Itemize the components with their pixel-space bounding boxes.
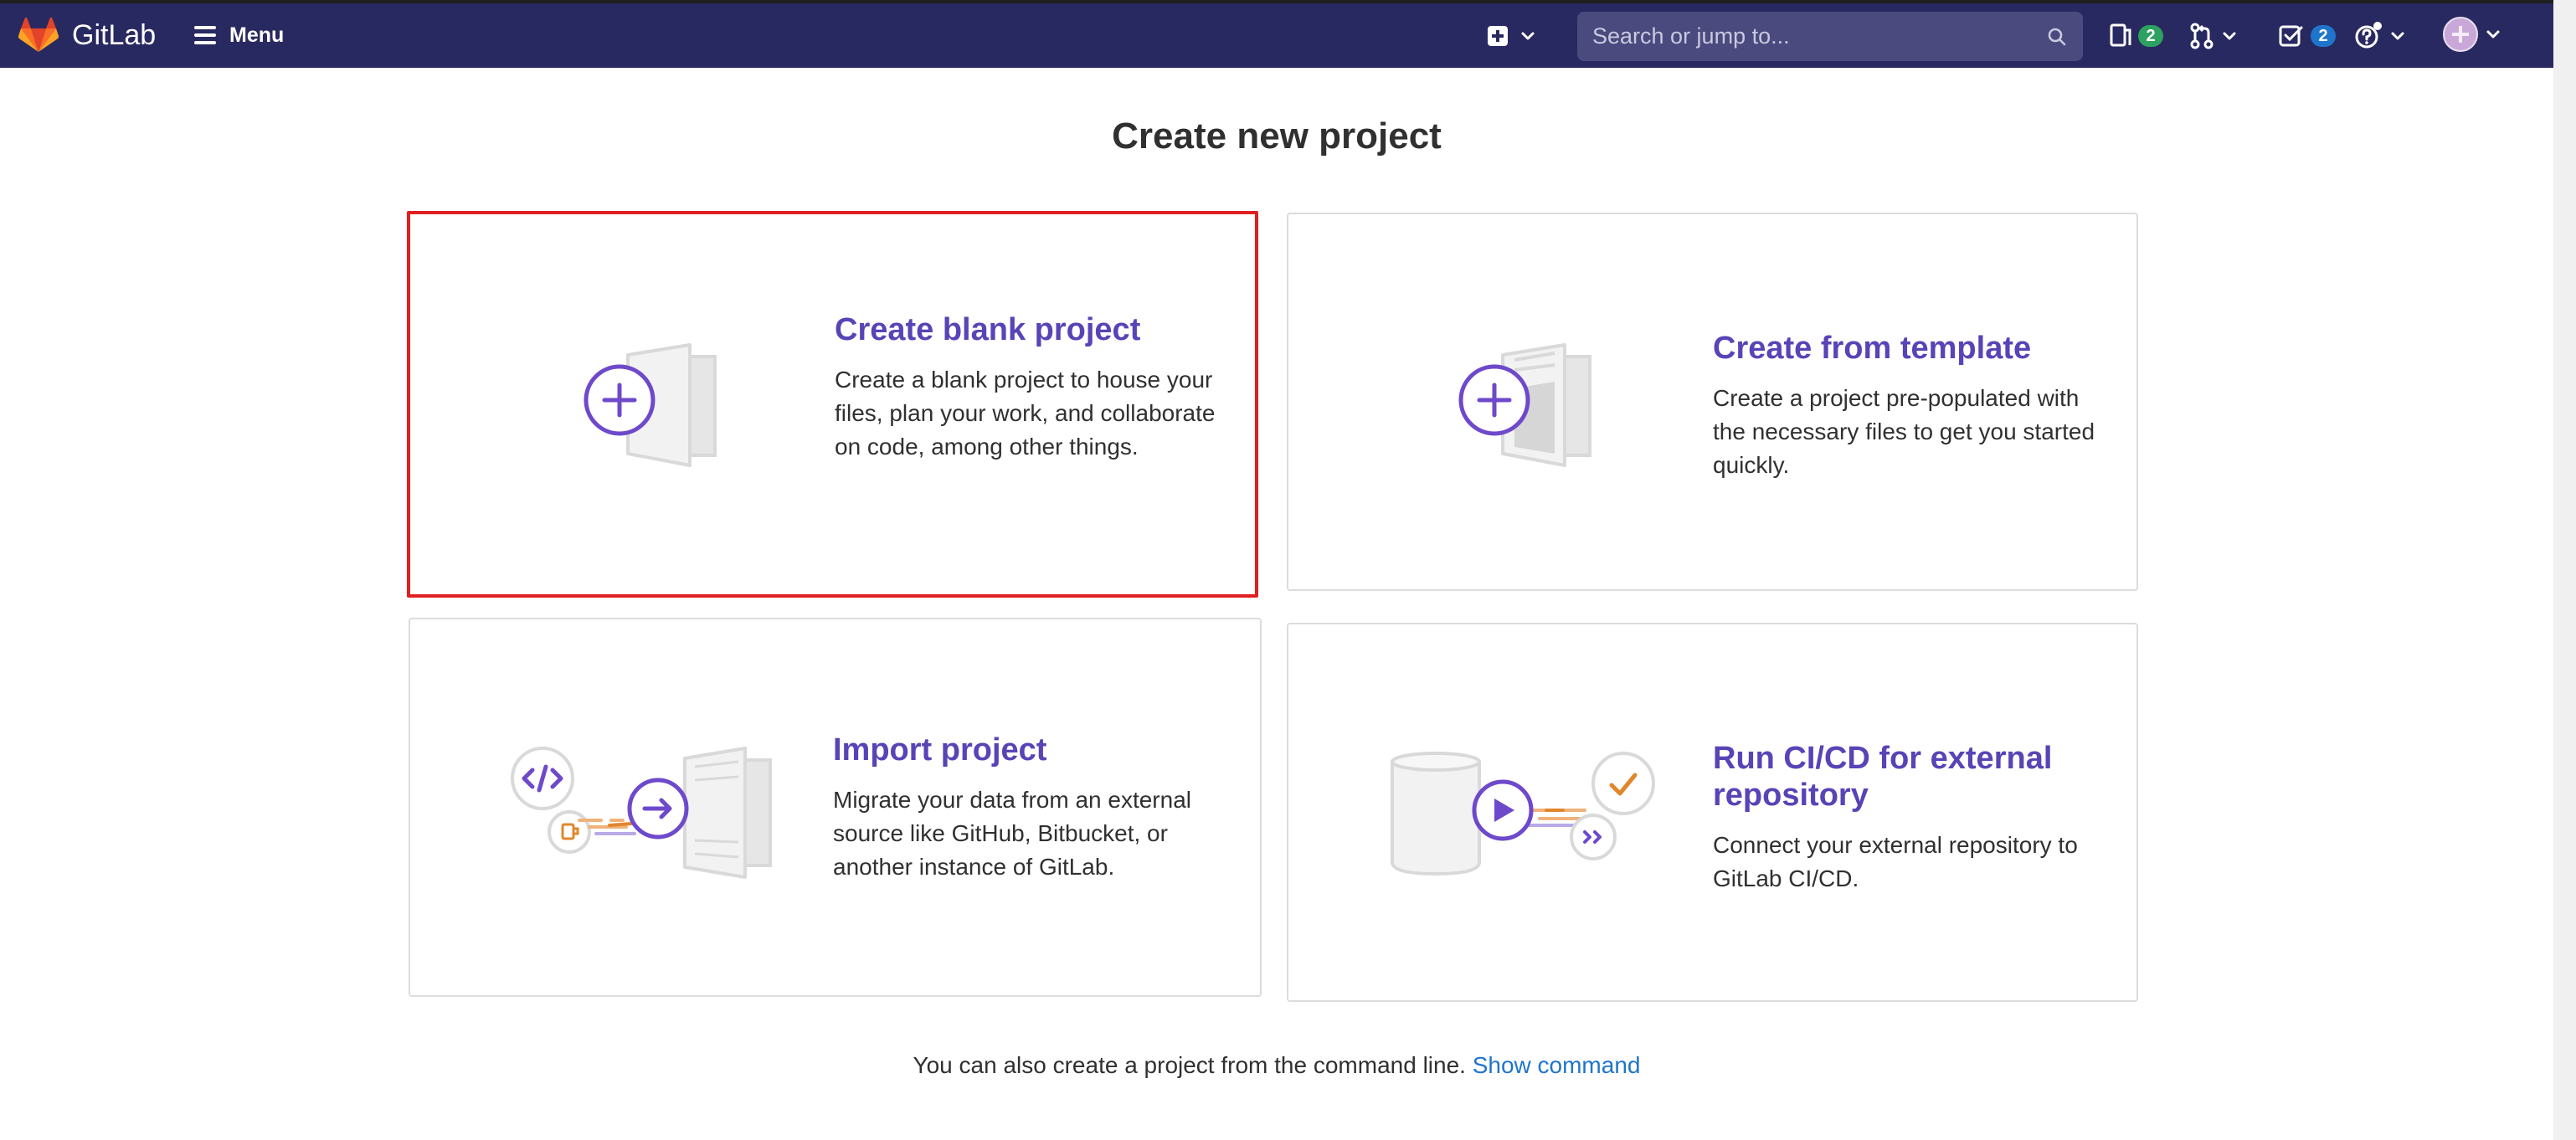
- user-avatar: [2443, 17, 2478, 52]
- top-navbar: GitLab Menu 2 2: [0, 3, 2553, 68]
- chevron-down-icon: [2391, 32, 2404, 40]
- search-box[interactable]: [1577, 12, 2083, 61]
- help-icon: [2355, 22, 2382, 49]
- blank-project-illustration-icon: [584, 343, 717, 467]
- command-line-hint: You can also create a project from the c…: [0, 1052, 2553, 1079]
- page-title: Create new project: [1112, 116, 1442, 157]
- plus-square-icon: [1488, 26, 1508, 46]
- hamburger-icon: [194, 26, 216, 44]
- card-description: Migrate your data from an external sourc…: [833, 787, 1191, 880]
- card-text: Create from template Create a project pr…: [1713, 330, 2106, 482]
- card-title[interactable]: Import project: [833, 732, 1226, 768]
- merge-request-icon: [2190, 23, 2214, 49]
- card-text: Import project Migrate your data from an…: [833, 732, 1226, 884]
- help-button[interactable]: [2354, 20, 2406, 52]
- show-command-link[interactable]: Show command: [1473, 1052, 1641, 1078]
- menu-label: Menu: [229, 23, 285, 47]
- create-blank-project-card[interactable]: Create blank project Create a blank proj…: [407, 211, 1258, 598]
- issues-count-badge: 2: [2138, 25, 2163, 47]
- run-cicd-external-card[interactable]: Run CI/CD for external repository Connec…: [1287, 623, 2138, 1002]
- command-line-text: You can also create a project from the c…: [913, 1052, 1466, 1078]
- card-description: Create a project pre-populated with the …: [1713, 385, 2095, 478]
- cicd-illustration-icon: [1391, 752, 1655, 876]
- card-title[interactable]: Create blank project: [835, 311, 1228, 348]
- user-menu-button[interactable]: [2443, 17, 2501, 52]
- todos-count-badge: 2: [2311, 25, 2336, 47]
- create-from-template-card[interactable]: Create from template Create a project pr…: [1287, 213, 2138, 591]
- import-illustration-icon: [511, 747, 772, 879]
- brand-name[interactable]: GitLab: [72, 18, 156, 52]
- merge-requests-button[interactable]: [2189, 20, 2238, 52]
- gitlab-logo-icon[interactable]: [18, 18, 59, 53]
- page: GitLab Menu 2 2: [0, 0, 2553, 1140]
- issues-button[interactable]: 2: [2110, 20, 2163, 52]
- todos-button[interactable]: 2: [2279, 20, 2336, 52]
- chevron-down-icon: [2486, 30, 2500, 39]
- menu-button[interactable]: Menu: [194, 18, 284, 52]
- chevron-down-icon: [2223, 32, 2236, 40]
- import-project-card[interactable]: Import project Migrate your data from an…: [409, 618, 1262, 997]
- card-description: Connect your external repository to GitL…: [1713, 832, 2078, 891]
- card-description: Create a blank project to house your fil…: [835, 367, 1216, 460]
- card-title[interactable]: Create from template: [1713, 330, 2106, 367]
- search-input[interactable]: [1592, 23, 2046, 49]
- template-illustration-icon: [1458, 343, 1591, 467]
- card-text: Create blank project Create a blank proj…: [835, 311, 1228, 464]
- chevron-down-icon: [1521, 32, 1535, 40]
- todo-icon: [2279, 25, 2303, 47]
- new-dropdown-button[interactable]: [1488, 22, 1536, 50]
- card-text: Run CI/CD for external repository Connec…: [1713, 740, 2106, 896]
- issues-icon: [2110, 23, 2131, 47]
- window-edge: [2553, 0, 2576, 1140]
- card-title[interactable]: Run CI/CD for external repository: [1713, 740, 2106, 814]
- search-icon: [2048, 28, 2066, 45]
